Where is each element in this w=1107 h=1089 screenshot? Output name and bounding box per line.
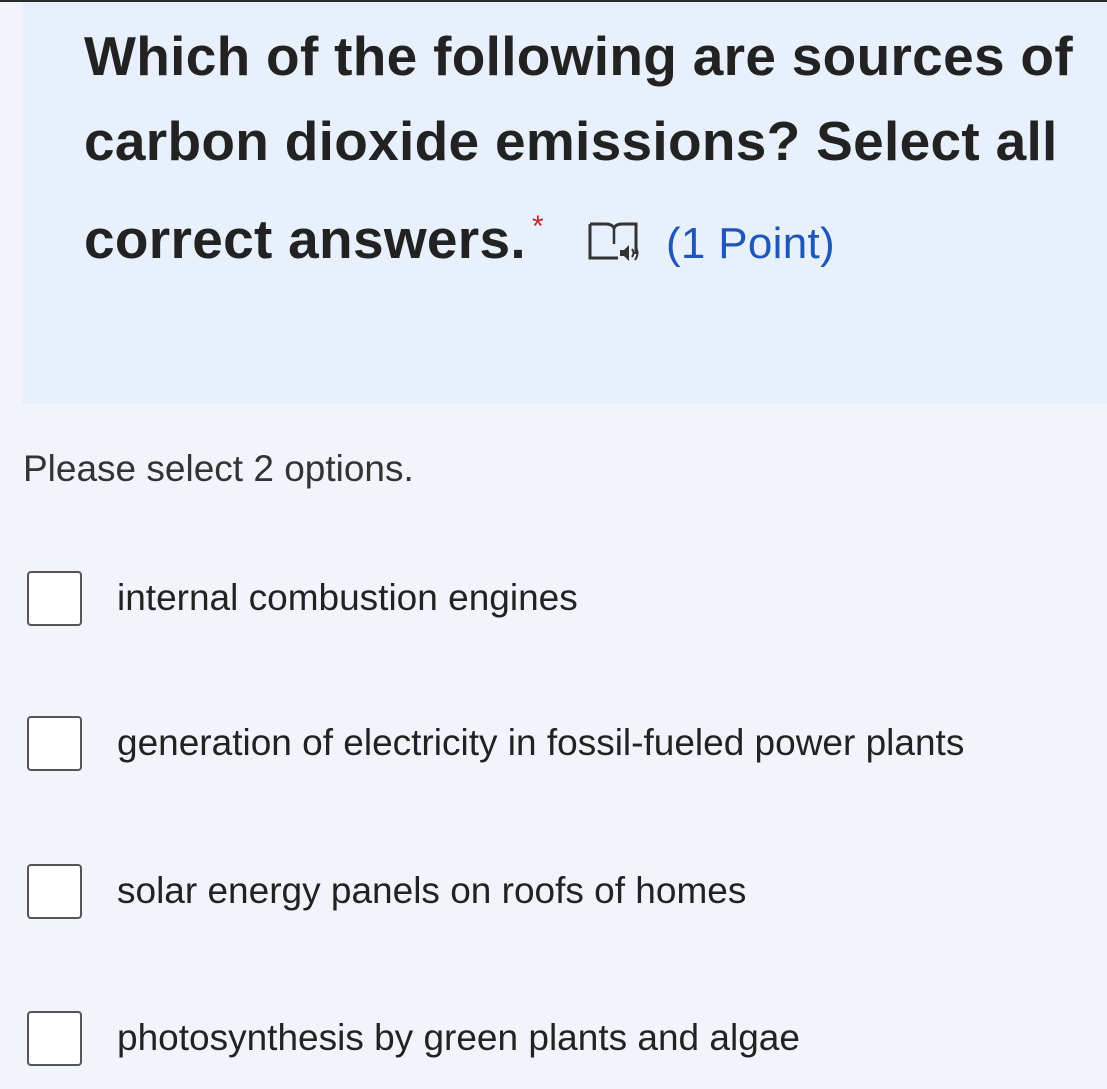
option-label[interactable]: photosynthesis by green plants and algae [117, 1017, 800, 1059]
option-checkbox[interactable] [27, 1010, 82, 1066]
option-label[interactable]: internal combustion engines [117, 577, 578, 619]
immersive-reader-icon[interactable] [584, 205, 644, 261]
option-label[interactable]: generation of electricity in fossil-fuel… [117, 722, 964, 764]
points-label: (1 Point) [665, 219, 835, 268]
question-title-text: Which of the following are sources of ca… [84, 25, 1073, 270]
question-title: Which of the following are sources of ca… [84, 14, 1074, 286]
option-checkbox[interactable] [27, 715, 82, 771]
option-label[interactable]: solar energy panels on roofs of homes [117, 870, 746, 912]
required-marker: * [531, 210, 544, 243]
option-row[interactable]: internal combustion engines [27, 568, 578, 628]
selection-instruction: Please select 2 options. [23, 448, 414, 489]
option-row[interactable]: solar energy panels on roofs of homes [27, 861, 746, 921]
option-row[interactable]: photosynthesis by green plants and algae [27, 1008, 800, 1068]
option-checkbox[interactable] [27, 570, 82, 626]
option-checkbox[interactable] [27, 863, 82, 919]
option-row[interactable]: generation of electricity in fossil-fuel… [27, 713, 964, 773]
